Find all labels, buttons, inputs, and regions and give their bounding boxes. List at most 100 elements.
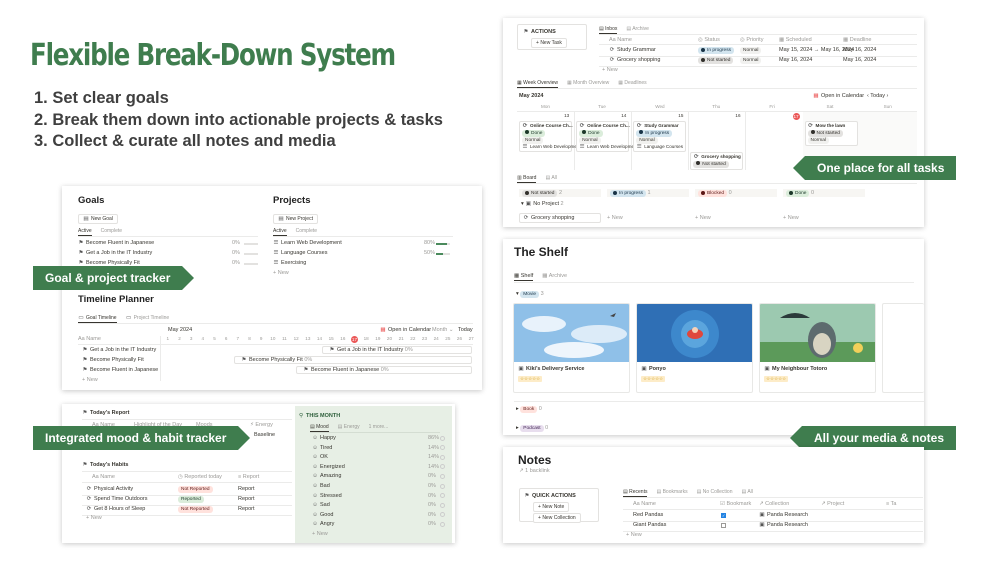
timeline-day: 13 — [305, 336, 311, 341]
tab-goals-complete[interactable]: Complete — [101, 228, 122, 236]
project-row[interactable]: ☰ Learn Web Development — [273, 240, 342, 246]
task-row[interactable]: ⟳ Study Grammar — [609, 47, 656, 53]
new-mood-row[interactable]: + New — [312, 531, 328, 537]
timeline-tabs: ▭ Goal Timeline ▭ Project Timeline — [78, 315, 169, 323]
header-name: Aa Name — [609, 37, 632, 43]
calendar-task-card[interactable]: ⟳ Online Course Ch... Done Normal ☰ Learn Web… — [576, 121, 634, 152]
mood-row[interactable]: ☺ Good — [312, 512, 333, 518]
timeline-row-label[interactable]: ⚑ Get a Job in the IT Industry — [82, 347, 157, 353]
note-collection[interactable]: ▣ Panda Research — [759, 522, 808, 528]
mood-row[interactable]: ☺ OK — [312, 454, 328, 460]
calendar-task-card[interactable]: ⟳ Mow the lawn Not started Normal — [804, 121, 858, 146]
new-note-button[interactable]: + New Note — [533, 502, 570, 512]
board-new-1[interactable]: + New — [607, 215, 623, 221]
mood-row[interactable]: ☺ Amazing — [312, 473, 341, 479]
timeline-new-row[interactable]: + New — [82, 377, 98, 383]
group-book[interactable]: ▸ Book 0 — [516, 406, 542, 413]
report-button[interactable]: Report — [238, 506, 255, 512]
tab-no-collection[interactable]: ▤ No Collection — [697, 489, 733, 497]
group-podcast[interactable]: ▸ Podcast 0 — [516, 425, 548, 432]
mood-row[interactable]: ☺ Sad — [312, 502, 330, 508]
open-calendar-button[interactable]: ▦ Open in Calendar — [380, 327, 431, 333]
task-row[interactable]: ⟳ Grocery shopping — [609, 57, 661, 63]
calendar-task-card[interactable]: ⟳ Online Course Ch... Done Normal ☰ Learn Web… — [519, 121, 577, 152]
tab-week-overview[interactable]: ▦ Week Overview — [517, 80, 559, 88]
new-project-button[interactable]: ▤ New Project — [273, 214, 318, 224]
tab-goal-timeline[interactable]: ▭ Goal Timeline — [78, 315, 117, 323]
mood-row[interactable]: ☺ Energized — [312, 464, 345, 470]
tab-recents[interactable]: ▤ Recents — [623, 489, 648, 497]
note-collection[interactable]: ▣ Panda Research — [759, 512, 808, 518]
calendar-nav[interactable]: ‹ Today › — [867, 93, 888, 99]
timeline-bar[interactable]: ⚑ Become Fluent in Japanese 0% — [296, 366, 472, 374]
backlink[interactable]: ↗ 1 backlink — [519, 468, 550, 474]
timeline-row-label[interactable]: ⚑ Become Fluent in Japanese — [82, 367, 159, 373]
report-button[interactable]: Report — [238, 486, 255, 492]
tab-month-overview[interactable]: ▦ Month Overview — [567, 80, 609, 88]
calendar-task-card[interactable]: ⟳ Study Grammar In progress Normal ☰ Language… — [633, 121, 687, 152]
calendar-task-card[interactable]: ⟳ Grocery shopping Not started — [690, 152, 744, 170]
mood-row[interactable]: ☺ Tired — [312, 445, 332, 451]
mood-row[interactable]: ☺ Stressed — [312, 493, 342, 499]
tab-bookmarks[interactable]: ▤ Bookmarks — [656, 489, 687, 497]
media-card[interactable]: ▣ My Neighbour Totoro ☆☆☆☆☆ — [759, 303, 876, 393]
mood-row[interactable]: ☺ Happy — [312, 435, 336, 441]
open-calendar-button[interactable]: ▦ Open in Calendar — [813, 93, 864, 99]
habit-row[interactable]: ⟳ Get 8 Hours of Sleep — [86, 506, 146, 512]
new-note-row[interactable]: + New — [626, 532, 642, 538]
project-row[interactable]: ☰ Language Courses — [273, 250, 328, 256]
new-goal-button[interactable]: ▤ New Goal — [78, 214, 118, 224]
bookmark-checkbox[interactable]: ✓ — [721, 512, 726, 518]
new-habit-row[interactable]: + New — [86, 515, 102, 521]
tab-inbox[interactable]: ▤ Inbox — [599, 26, 618, 34]
timeline-bar[interactable]: ⚑ Get a Job in the IT Industry 0% — [322, 346, 472, 354]
new-collection-button[interactable]: + New Collection — [533, 513, 581, 523]
tab-deadlines[interactable]: ▦ Deadlines — [618, 80, 646, 88]
note-row[interactable]: Giant Pandas — [633, 522, 666, 528]
board-card[interactable]: ⟳ Grocery shopping — [519, 213, 601, 223]
tab-goals-active[interactable]: Active — [78, 228, 92, 236]
board-column-header[interactable]: Blocked 0 — [695, 189, 777, 197]
timeline-row-label[interactable]: ⚑ Become Physically Fit — [82, 357, 144, 363]
tab-project-timeline[interactable]: ▭ Project Timeline — [126, 315, 169, 323]
board-tabs: ▥ Board ▤ All — [517, 175, 557, 183]
goal-row[interactable]: ⚑ Get a Job in the IT Industry — [78, 250, 153, 256]
group-movie[interactable]: ▾ Movie 3 — [516, 291, 544, 298]
tab-shelf[interactable]: ▦ Shelf — [514, 273, 534, 281]
timeline-bar[interactable]: ⚑ Become Physically Fit 0% — [234, 356, 472, 364]
habit-row[interactable]: ⟳ Spend Time Outdoors — [86, 496, 148, 502]
habit-row[interactable]: ⟳ Physical Activity — [86, 486, 133, 492]
tab-shelf-archive[interactable]: ▦ Archive — [542, 273, 567, 281]
mood-row[interactable]: ☺ Bad — [312, 483, 330, 489]
tab-notes-all[interactable]: ▤ All — [741, 489, 752, 497]
tab-more[interactable]: 1 more... — [369, 424, 389, 432]
new-task-row[interactable]: + New — [602, 67, 618, 73]
month-selector[interactable]: Month ⌄ — [432, 327, 453, 333]
new-project-row[interactable]: + New — [273, 270, 289, 276]
baseline-value: Baseline — [254, 432, 276, 438]
tab-archive[interactable]: ▤ Archive — [626, 26, 649, 34]
today-button[interactable]: Today — [458, 327, 473, 333]
goal-row[interactable]: ⚑ Become Fluent in Japanese — [78, 240, 155, 246]
project-row[interactable]: ☰ Exercising — [273, 260, 307, 266]
note-row[interactable]: Red Pandas — [633, 512, 663, 518]
board-column-header[interactable]: In progress 1 — [607, 189, 689, 197]
mood-row[interactable]: ☺ Angry — [312, 521, 334, 527]
tab-board[interactable]: ▥ Board — [517, 175, 537, 183]
media-card[interactable]: ▣ Kiki's Delivery Service ☆☆☆☆☆ — [513, 303, 630, 393]
report-button[interactable]: Report — [238, 496, 255, 502]
no-project-group[interactable]: ▾ ▣ No Project 2 — [521, 201, 564, 207]
tab-mood[interactable]: ▤ Mood — [310, 424, 329, 432]
bookmark-checkbox[interactable] — [721, 522, 726, 528]
board-column-header[interactable]: Not started 2 — [519, 189, 601, 197]
media-card[interactable]: ▣ Ponyo ☆☆☆☆☆ — [636, 303, 753, 393]
new-task-button[interactable]: + New Task — [531, 38, 567, 48]
tab-all[interactable]: ▤ All — [545, 175, 556, 183]
board-new-2[interactable]: + New — [695, 215, 711, 221]
tab-energy[interactable]: ▤ Energy — [338, 424, 360, 432]
tab-projects-active[interactable]: Active — [273, 228, 287, 236]
repeat-icon: ⟳ — [86, 486, 92, 492]
board-new-3[interactable]: + New — [783, 215, 799, 221]
board-column-header[interactable]: Done 0 — [783, 189, 865, 197]
tab-projects-complete[interactable]: Complete — [296, 228, 317, 236]
